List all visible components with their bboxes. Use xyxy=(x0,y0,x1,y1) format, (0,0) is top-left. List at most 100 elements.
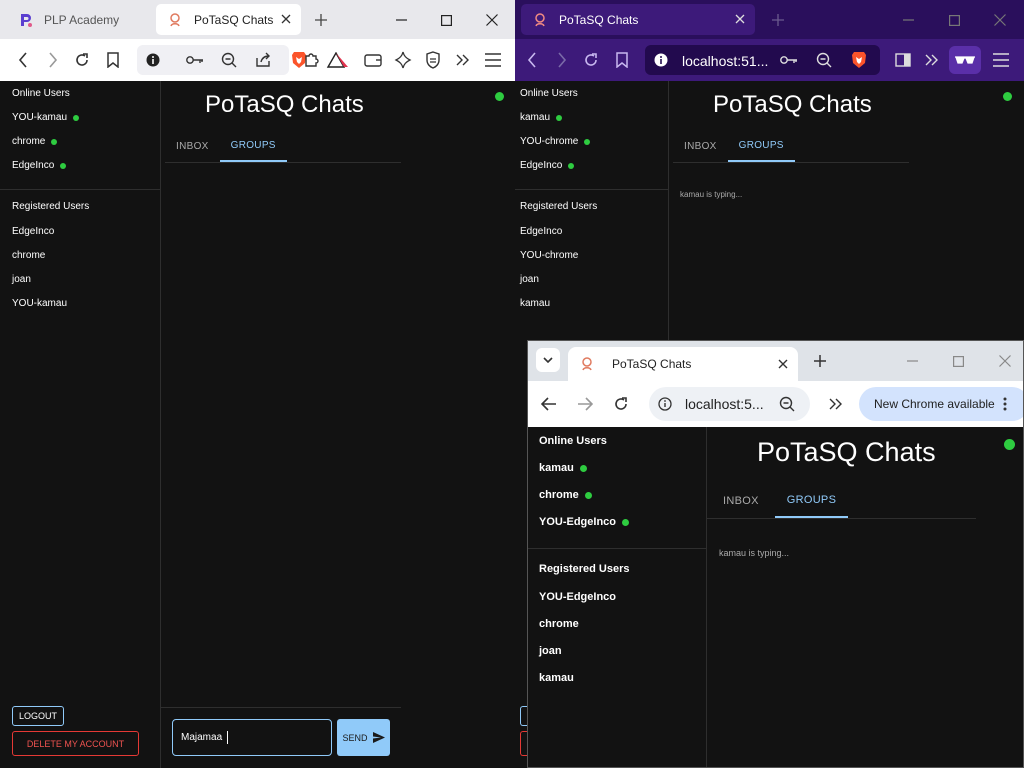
back-icon[interactable] xyxy=(540,395,558,413)
tab-strip: PLP Academy PoTaSQ Chats xyxy=(0,0,515,39)
extensions-puzzle-icon[interactable] xyxy=(303,51,321,69)
registered-user[interactable]: EdgeInco xyxy=(520,226,562,237)
close-tab-icon[interactable] xyxy=(279,12,293,26)
info-icon[interactable] xyxy=(653,52,669,68)
close-tab-icon[interactable] xyxy=(776,357,790,371)
online-user[interactable]: chrome xyxy=(539,489,592,501)
registered-user[interactable]: YOU-EdgeInco xyxy=(539,591,616,603)
minimize-icon[interactable] xyxy=(904,353,920,369)
overflow-chevrons-icon[interactable] xyxy=(924,51,940,69)
registered-user[interactable]: joan xyxy=(12,274,31,285)
logout-button[interactable]: LOGOUT xyxy=(12,706,64,726)
registered-user[interactable]: chrome xyxy=(12,250,45,261)
connection-status-dot xyxy=(1004,439,1015,450)
online-user[interactable]: YOU-EdgeInco xyxy=(539,516,630,528)
tab-inbox[interactable]: INBOX xyxy=(165,131,220,162)
share-icon[interactable] xyxy=(254,51,272,69)
online-dot xyxy=(73,114,80,121)
chat-tabs: INBOX GROUPS xyxy=(707,483,976,519)
tab-groups[interactable]: GROUPS xyxy=(727,131,795,162)
wallet-icon[interactable] xyxy=(364,51,382,69)
online-user[interactable]: EdgeInco xyxy=(12,160,67,171)
private-glasses-icon[interactable] xyxy=(949,46,981,74)
online-user[interactable]: YOU-kamau xyxy=(12,112,80,123)
sidebar-divider xyxy=(515,189,668,190)
reload-icon[interactable] xyxy=(582,51,600,69)
registered-user[interactable]: joan xyxy=(520,274,539,285)
maximize-icon[interactable] xyxy=(438,12,454,28)
online-user[interactable]: kamau xyxy=(520,112,563,123)
online-user[interactable]: YOU-chrome xyxy=(520,136,591,147)
maximize-icon[interactable] xyxy=(950,353,966,369)
reload-icon[interactable] xyxy=(612,395,630,413)
registered-user[interactable]: kamau xyxy=(520,298,550,309)
info-icon[interactable] xyxy=(657,396,673,412)
info-icon[interactable] xyxy=(145,52,161,68)
key-icon[interactable] xyxy=(186,52,204,68)
menu-icon[interactable] xyxy=(483,51,503,69)
sidebar-toggle-icon[interactable] xyxy=(894,51,912,69)
new-tab-icon[interactable] xyxy=(812,353,828,369)
overflow-chevrons-icon[interactable] xyxy=(455,51,471,69)
forward-icon[interactable] xyxy=(576,395,594,413)
forward-icon[interactable] xyxy=(44,51,62,69)
registered-user[interactable]: YOU-kamau xyxy=(12,298,67,309)
new-tab-icon[interactable] xyxy=(770,12,786,28)
forward-icon[interactable] xyxy=(553,51,571,69)
tab-potasq-chats[interactable]: PoTaSQ Chats xyxy=(521,4,755,35)
tab-potasq-chats[interactable]: PoTaSQ Chats xyxy=(156,4,301,35)
zoom-out-icon[interactable] xyxy=(220,51,238,69)
new-tab-icon[interactable] xyxy=(313,12,329,28)
more-vert-icon xyxy=(1003,397,1007,411)
tab-groups[interactable]: GROUPS xyxy=(774,483,849,518)
reload-icon[interactable] xyxy=(73,51,91,69)
registered-user[interactable]: kamau xyxy=(539,672,574,684)
rewards-triangle-icon[interactable] xyxy=(325,51,351,69)
sidebar-divider xyxy=(0,189,160,190)
registered-user[interactable]: chrome xyxy=(539,618,579,630)
toolbar: localhost:51... xyxy=(515,39,1024,81)
send-button[interactable]: SEND xyxy=(337,719,390,756)
back-icon[interactable] xyxy=(14,51,32,69)
bookmark-icon[interactable] xyxy=(104,51,122,69)
close-tab-icon[interactable] xyxy=(733,12,747,26)
online-user[interactable]: EdgeInco xyxy=(520,160,575,171)
chat-main: PoTaSQ Chats INBOX GROUPS Majamaa SEND xyxy=(161,81,515,768)
address-bar[interactable]: localhost:51... xyxy=(645,45,880,75)
vpn-shield-icon[interactable] xyxy=(424,51,442,69)
brave-shield-icon[interactable] xyxy=(850,51,868,69)
minimize-icon[interactable] xyxy=(393,12,409,28)
message-input[interactable]: Majamaa xyxy=(172,719,332,756)
leo-ai-icon[interactable] xyxy=(394,51,412,69)
back-icon[interactable] xyxy=(523,51,541,69)
update-chrome-button[interactable]: New Chrome available xyxy=(859,387,1023,421)
tab-title: PoTaSQ Chats xyxy=(559,12,639,27)
tab-search-chevron-icon[interactable] xyxy=(536,348,560,372)
online-user[interactable]: kamau xyxy=(539,462,587,474)
tab-groups[interactable]: GROUPS xyxy=(219,131,287,162)
registered-user[interactable]: YOU-chrome xyxy=(520,250,578,261)
overflow-chevrons-icon[interactable] xyxy=(828,395,844,413)
key-icon[interactable] xyxy=(780,52,798,68)
delete-account-button[interactable]: DELETE MY ACCOUNT xyxy=(12,731,139,756)
address-bar[interactable] xyxy=(137,45,289,75)
zoom-out-icon[interactable] xyxy=(815,51,833,69)
close-window-icon[interactable] xyxy=(997,353,1013,369)
menu-icon[interactable] xyxy=(991,51,1011,69)
registered-user[interactable]: EdgeInco xyxy=(12,226,54,237)
address-bar[interactable]: localhost:5... xyxy=(649,387,810,421)
close-window-icon[interactable] xyxy=(484,12,500,28)
online-user[interactable]: chrome xyxy=(12,136,58,147)
tab-potasq-chats[interactable]: PoTaSQ Chats xyxy=(568,347,798,381)
maximize-icon[interactable] xyxy=(946,12,962,28)
tab-plp-academy[interactable]: PLP Academy xyxy=(8,4,148,35)
tab-inbox[interactable]: INBOX xyxy=(673,131,728,162)
close-window-icon[interactable] xyxy=(992,12,1008,28)
zoom-icon[interactable] xyxy=(778,395,796,413)
tab-inbox[interactable]: INBOX xyxy=(707,483,775,518)
bookmark-icon[interactable] xyxy=(613,51,631,69)
chat-favicon-icon xyxy=(533,12,547,27)
minimize-icon[interactable] xyxy=(900,12,916,28)
online-dot xyxy=(60,162,67,169)
registered-user[interactable]: joan xyxy=(539,645,562,657)
